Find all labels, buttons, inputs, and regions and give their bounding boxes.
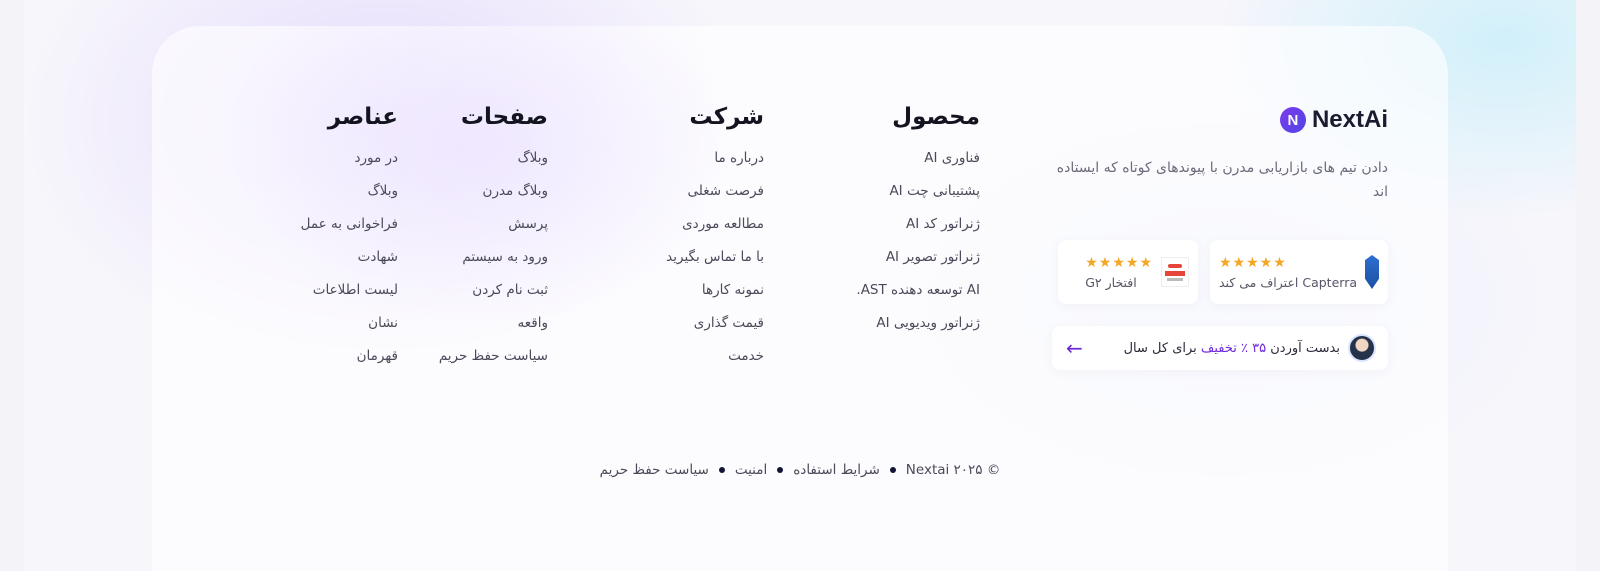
footer-link[interactable]: فناوری AI xyxy=(856,150,980,183)
rating-stars-icon: ★★★★★ xyxy=(1219,254,1287,271)
footer-column-product: محصول فناوری AI پشتیبانی چت AI ژنراتور ک… xyxy=(856,106,980,348)
footer-link[interactable]: شهادت xyxy=(301,249,398,282)
copyright-text: © Nextai ۲۰۲۵ xyxy=(905,462,1001,478)
capterra-shield-icon xyxy=(1365,255,1379,289)
logo[interactable]: N NextAi xyxy=(1279,106,1388,134)
footer-link[interactable]: فراخوانی به عمل xyxy=(301,216,398,249)
capterra-badge[interactable]: ★★★★★ Capterra اعتراف می کند xyxy=(1210,240,1388,304)
footer-link[interactable]: ورود به سیستم xyxy=(439,249,548,282)
footer-link[interactable]: AI توسعه دهنده AST. xyxy=(856,282,980,315)
capterra-badge-body: ★★★★★ Capterra اعتراف می کند xyxy=(1219,255,1357,290)
separator-dot xyxy=(777,467,784,473)
promo-prefix: بدست آوردن xyxy=(1270,340,1340,356)
footer-link[interactable]: خدمت xyxy=(666,348,764,381)
footer-link[interactable]: قیمت گذاری xyxy=(666,315,764,348)
footer-link[interactable]: مطالعه موردی xyxy=(666,216,764,249)
footer-link[interactable]: با ما تماس بگیرید xyxy=(666,249,764,282)
footer-link[interactable]: پرسش xyxy=(439,216,548,249)
promo-suffix: برای کل سال xyxy=(1123,340,1197,356)
footer-column-pages: صفحات وبلاگ وبلاگ مدرن پرسش ورود به سیست… xyxy=(439,106,548,381)
footer-card: N NextAi دادن تیم های بازاریابی مدرن با … xyxy=(152,26,1448,571)
footer-link[interactable]: وبلاگ xyxy=(301,183,398,216)
arrow-left-icon[interactable]: ← xyxy=(1066,336,1083,360)
footer-link[interactable]: ژنراتور تصویر AI xyxy=(856,249,980,282)
g2-award-icon xyxy=(1161,257,1189,287)
footer-link[interactable]: وبلاگ مدرن xyxy=(439,183,548,216)
footer-column-elements: عناصر در مورد وبلاگ فراخوانی به عمل شهاد… xyxy=(301,106,398,381)
brand-column: N NextAi دادن تیم های بازاریابی مدرن با … xyxy=(1048,106,1388,370)
footer-link[interactable]: واقعه xyxy=(439,315,548,348)
separator-dot xyxy=(718,467,725,473)
footer-column-company: شرکت درباره ما فرصت شغلی مطالعه موردی با… xyxy=(666,106,764,381)
security-link[interactable]: امنیت xyxy=(735,462,767,478)
capterra-badge-label: Capterra اعتراف می کند xyxy=(1219,274,1357,290)
footer-link[interactable]: ژنراتور کد AI xyxy=(856,216,980,249)
footer-link[interactable]: درباره ما xyxy=(666,150,764,183)
promo-text: بدست آوردن ۳۵ ٪ تخفیف برای کل سال xyxy=(1091,341,1340,356)
column-title-elements: عناصر xyxy=(327,104,398,130)
column-title-pages: صفحات xyxy=(460,104,548,130)
promo-banner[interactable]: بدست آوردن ۳۵ ٪ تخفیف برای کل سال ← xyxy=(1052,326,1388,370)
g2-badge[interactable]: ★★★★★ افتخار G۲ xyxy=(1058,240,1198,304)
column-title-product: محصول xyxy=(892,104,980,130)
privacy-link[interactable]: سیاست حفظ حریم xyxy=(600,462,709,478)
footer-link[interactable]: لیست اطلاعات xyxy=(301,282,398,315)
logo-text: NextAi xyxy=(1311,106,1388,133)
footer-bottom-bar: © Nextai ۲۰۲۵ شرایط استفاده امنیت سیاست … xyxy=(152,462,1448,478)
terms-link[interactable]: شرایط استفاده xyxy=(793,462,880,478)
review-badges: ★★★★★ Capterra اعتراف می کند ★★★★★ افتخا… xyxy=(1048,240,1388,304)
rating-stars-icon: ★★★★★ xyxy=(1085,254,1153,271)
footer-link[interactable]: ژنراتور ویدیویی AI xyxy=(856,315,980,348)
footer-link[interactable]: وبلاگ xyxy=(439,150,548,183)
footer-link[interactable]: نشان xyxy=(301,315,398,348)
avatar xyxy=(1348,334,1376,362)
footer-link[interactable]: نمونه کارها xyxy=(666,282,764,315)
column-title-company: شرکت xyxy=(689,104,764,130)
brand-description: دادن تیم های بازاریابی مدرن با پیوندهای … xyxy=(1056,160,1388,200)
footer-link[interactable]: سیاست حفظ حریم xyxy=(439,348,548,381)
footer-link[interactable]: پشتیبانی چت AI xyxy=(856,183,980,216)
footer-link[interactable]: قهرمان xyxy=(301,348,398,381)
promo-discount: ۳۵ ٪ تخفیف xyxy=(1200,340,1267,356)
footer-link[interactable]: در مورد xyxy=(301,150,398,183)
footer-link[interactable]: ثبت نام کردن xyxy=(439,282,548,315)
g2-badge-label: افتخار G۲ xyxy=(1085,274,1137,290)
g2-badge-body: ★★★★★ افتخار G۲ xyxy=(1085,255,1153,290)
footer-link[interactable]: فرصت شغلی xyxy=(666,183,764,216)
separator-dot xyxy=(889,467,896,473)
logo-icon: N xyxy=(1279,107,1306,133)
